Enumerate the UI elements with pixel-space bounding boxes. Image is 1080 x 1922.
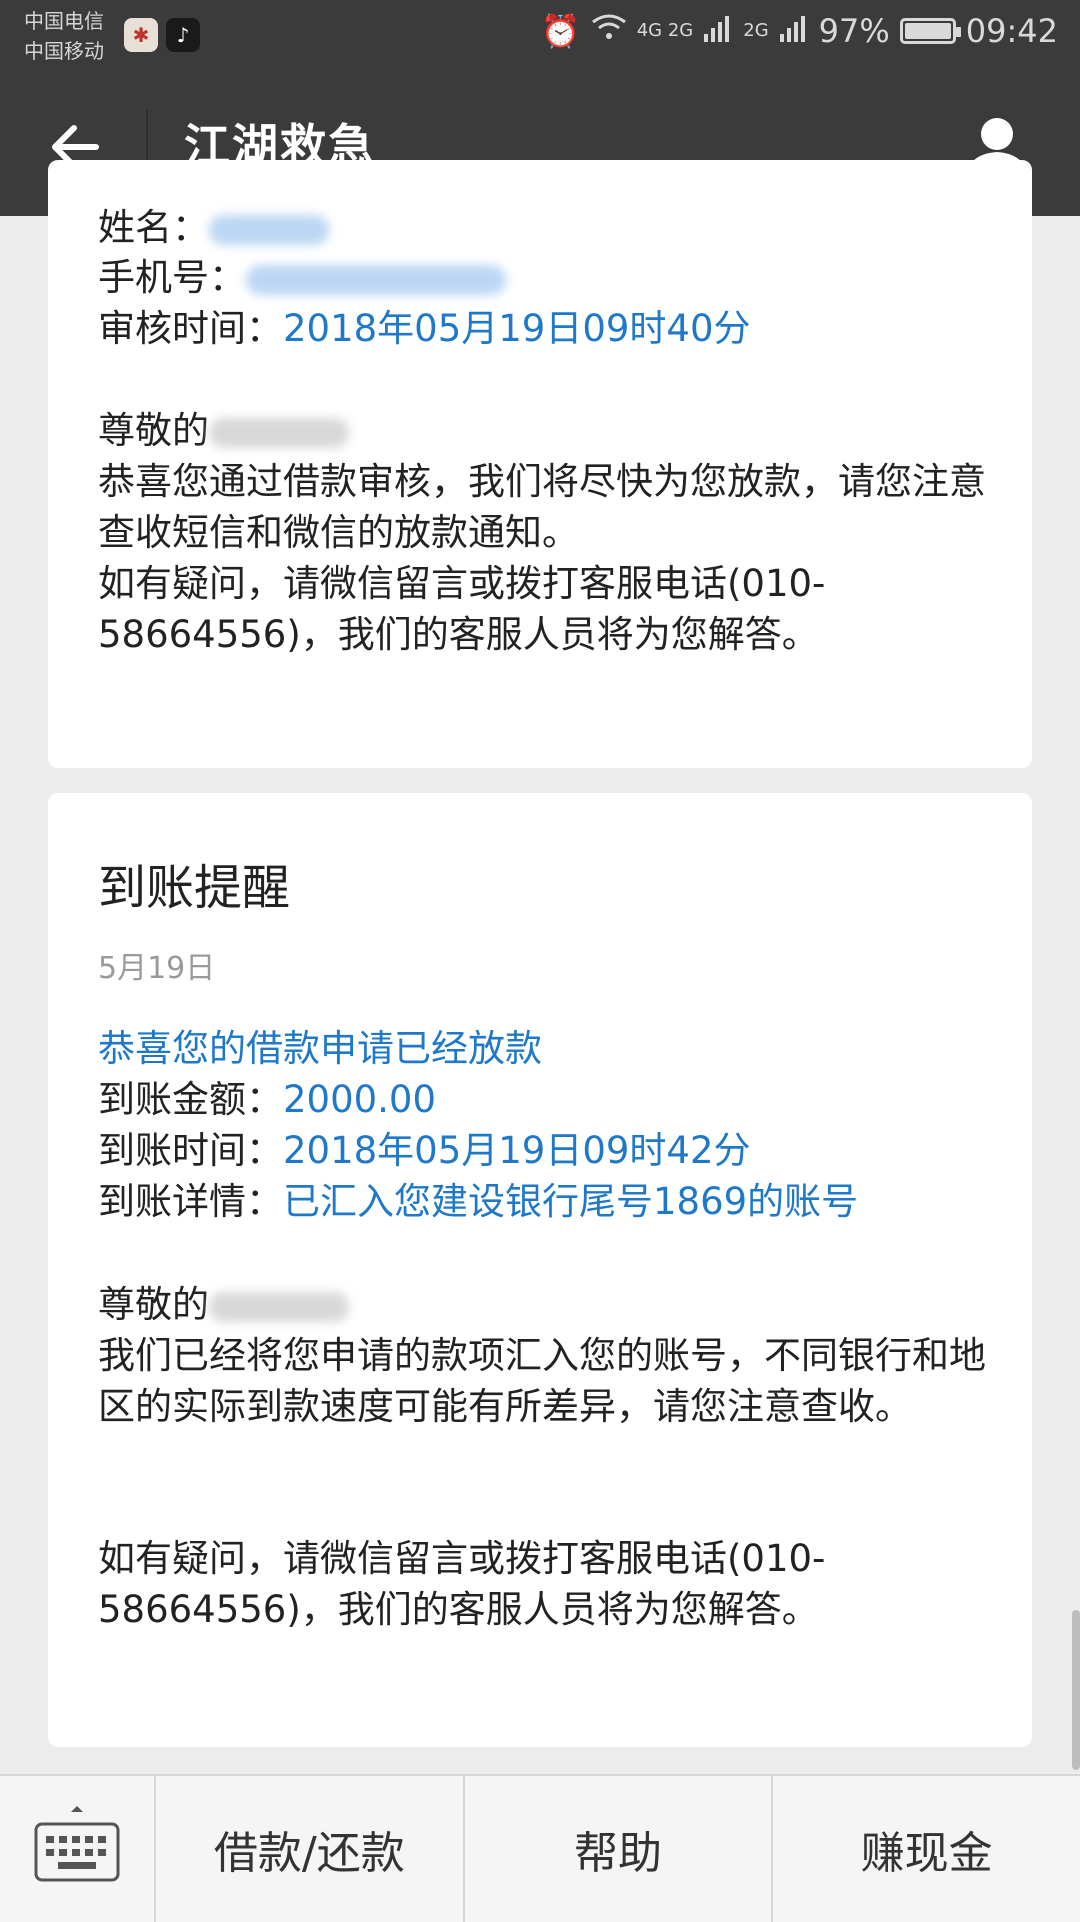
amount-value: 2000.00 xyxy=(283,1078,437,1121)
name-redacted xyxy=(209,214,329,245)
menu-loan-repay[interactable]: 借款/还款 xyxy=(156,1776,465,1922)
clock: 09:42 xyxy=(965,12,1058,50)
greeting-row-2: 尊敬的 xyxy=(98,1279,349,1330)
menu-help[interactable]: 帮助 xyxy=(465,1776,774,1922)
phone-label: 手机号： xyxy=(98,256,246,299)
battery-icon xyxy=(899,18,961,44)
carrier-2: 中国移动 xyxy=(24,39,104,63)
arrival-card: 到账提醒 5月19日 恭喜您的借款申请已经放款 到账金额：2000.00 到账时… xyxy=(48,793,1032,1747)
review-card: 姓名： 手机号： 审核时间：2018年05月19日09时40分 尊敬的 恭喜您通… xyxy=(48,160,1032,768)
recipient-redacted-2 xyxy=(209,1291,349,1322)
carrier-info: 中国电信 中国移动 xyxy=(24,6,104,66)
transfer-message: 我们已经将您申请的款项汇入您的账号，不同银行和地区的实际到款速度可能有所差异，请… xyxy=(98,1334,986,1428)
menu-earn-cash[interactable]: 赚现金 xyxy=(773,1776,1080,1922)
review-time-row: 审核时间：2018年05月19日09时40分 xyxy=(98,303,751,354)
phone-redacted xyxy=(246,264,506,295)
recipient-redacted xyxy=(209,417,349,448)
keyboard-toggle-button[interactable] xyxy=(0,1776,156,1922)
name-row: 姓名： xyxy=(98,202,329,253)
greeting-row: 尊敬的 xyxy=(98,405,349,456)
amount-label: 到账金额： xyxy=(98,1078,283,1121)
card-date: 5月19日 xyxy=(98,951,216,986)
wifi-icon xyxy=(591,12,627,50)
headline: 恭喜您的借款申请已经放款 xyxy=(98,1027,542,1070)
review-time-label: 审核时间： xyxy=(98,307,283,350)
network-type-1: 4G 2G xyxy=(636,20,694,41)
app-notification-icon: ✱ xyxy=(124,18,158,52)
keyboard-icon xyxy=(34,1806,120,1882)
arrival-time-label: 到账时间： xyxy=(98,1129,283,1172)
review-time-value: 2018年05月19日09时40分 xyxy=(283,307,751,350)
arrival-time-row: 到账时间：2018年05月19日09时42分 xyxy=(98,1125,751,1176)
detail-value: 已汇入您建设银行尾号1869的账号 xyxy=(283,1180,859,1223)
detail-row: 到账详情：已汇入您建设银行尾号1869的账号 xyxy=(98,1176,858,1227)
signal-bars-icon-2 xyxy=(779,12,809,50)
approval-message: 恭喜您通过借款审核，我们将尽快为您放款，请您注意查收短信和微信的放款通知。 xyxy=(98,460,986,554)
name-label: 姓名： xyxy=(98,206,209,249)
contact-message-2: 如有疑问，请微信留言或拨打客服电话(010-58664556)，我们的客服人员将… xyxy=(98,1537,826,1631)
bottom-menu: 借款/还款 帮助 赚现金 xyxy=(0,1774,1080,1922)
battery-percent: 97% xyxy=(818,12,890,50)
system-status: ⏰ 4G 2G 2G 97% 09:42 xyxy=(541,12,1058,50)
phone-row: 手机号： xyxy=(98,252,506,303)
detail-label: 到账详情： xyxy=(98,1180,283,1223)
tiktok-icon: ♪ xyxy=(166,18,200,52)
network-type-2: 2G xyxy=(743,20,769,41)
card-title: 到账提醒 xyxy=(98,860,291,916)
amount-row: 到账金额：2000.00 xyxy=(98,1074,436,1125)
notification-icons: ✱ ♪ xyxy=(124,18,200,52)
contact-message: 如有疑问，请微信留言或拨打客服电话(010-58664556)，我们的客服人员将… xyxy=(98,562,826,656)
status-bar: 中国电信 中国移动 ✱ ♪ ⏰ 4G 2G 2G 97% 09:42 xyxy=(0,0,1080,76)
scrollbar[interactable] xyxy=(1072,1610,1080,1770)
signal-bars-icon xyxy=(703,12,733,50)
alarm-icon: ⏰ xyxy=(540,12,581,50)
greeting: 尊敬的 xyxy=(98,409,209,452)
carrier-1: 中国电信 xyxy=(24,9,104,33)
greeting-2: 尊敬的 xyxy=(98,1283,209,1326)
arrival-time-value: 2018年05月19日09时42分 xyxy=(283,1129,751,1172)
